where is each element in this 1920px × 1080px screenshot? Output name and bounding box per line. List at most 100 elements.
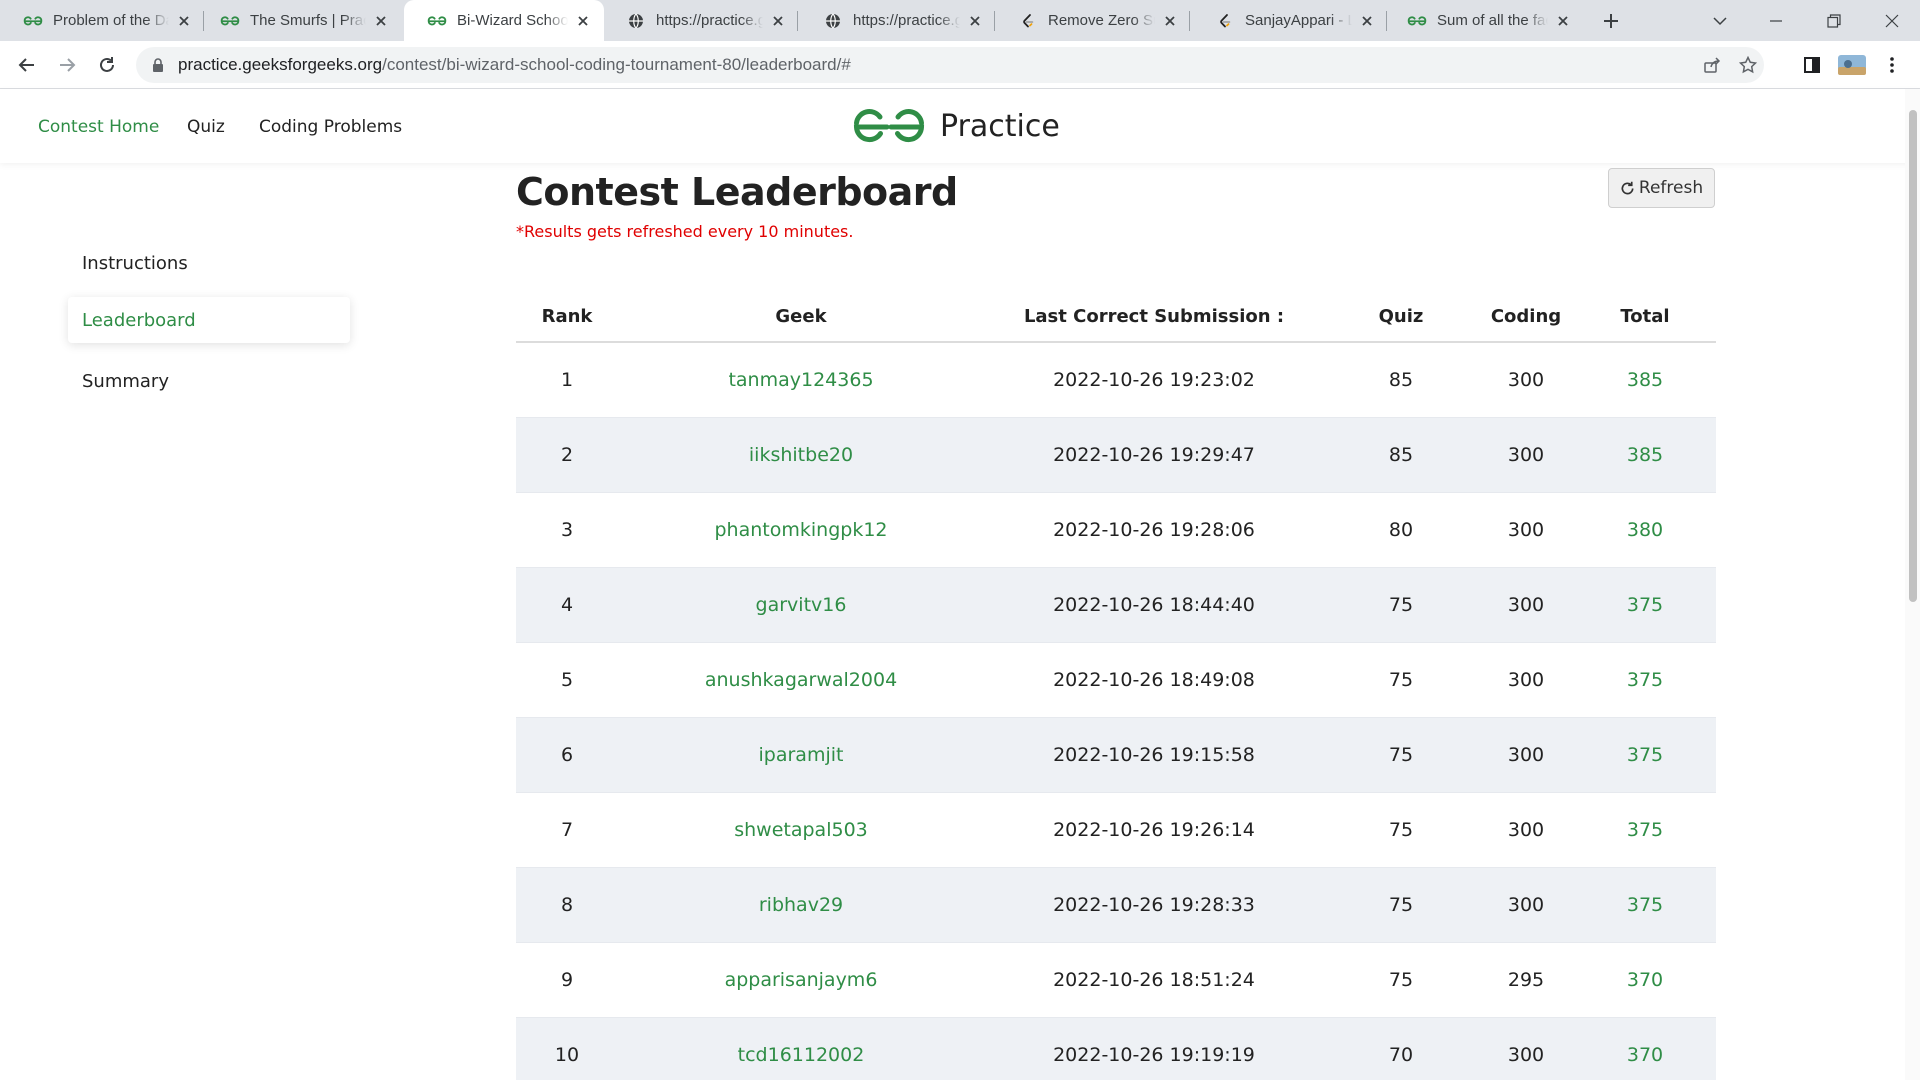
nav-contest-home[interactable]: Contest Home: [38, 117, 159, 137]
profile-avatar[interactable]: [1836, 49, 1868, 81]
browser-tab[interactable]: SanjayAppari - LeetCode: [1192, 0, 1388, 41]
browser-toolbar: practice.geeksforgeeks.org/contest/bi-wi…: [0, 41, 1920, 89]
page-title: Contest Leaderboard: [516, 170, 958, 214]
geek-link[interactable]: apparisanjaym6: [618, 969, 984, 991]
column-header-total: Total: [1620, 306, 1670, 327]
geek-link[interactable]: phantomkingpk12: [618, 519, 984, 541]
table-row: 4 garvitv16 2022-10-26 18:44:40 75 300 375: [516, 568, 1716, 643]
last-submission-cell: 2022-10-26 18:44:40: [1053, 594, 1255, 616]
rank-cell: 1: [560, 369, 574, 391]
browser-tab[interactable]: Problem of the Day: [0, 0, 205, 41]
rank-cell: 10: [554, 1044, 580, 1066]
tab-close-icon[interactable]: [1161, 12, 1179, 30]
geek-link[interactable]: iikshitbe20: [618, 444, 984, 466]
tab-title: https://practice.geeksforgeeks.org: [656, 12, 763, 29]
tab-separator: [797, 11, 798, 31]
refresh-note: *Results gets refreshed every 10 minutes…: [516, 222, 854, 241]
browser-tab[interactable]: https://practice.geeksforgeeks.org: [800, 0, 996, 41]
leetcode-icon: [1214, 13, 1236, 29]
gfg-practice-logo[interactable]: Practice: [850, 103, 1060, 149]
column-header-geek: Geek: [775, 306, 827, 327]
geek-link[interactable]: tcd16112002: [618, 1044, 984, 1066]
address-bar[interactable]: practice.geeksforgeeks.org/contest/bi-wi…: [136, 47, 1764, 83]
restore-icon[interactable]: [1806, 0, 1862, 41]
share-icon[interactable]: [1696, 49, 1728, 81]
rank-cell: 8: [560, 894, 574, 916]
refresh-button[interactable]: Refresh: [1608, 168, 1715, 208]
table-row: 10 tcd16112002 2022-10-26 19:19:19 70 300 370: [516, 1018, 1716, 1080]
browser-tab[interactable]: https://practice.geeksforgeeks.org: [603, 0, 799, 41]
side-panel-icon[interactable]: [1796, 49, 1828, 81]
bookmark-star-icon[interactable]: [1732, 49, 1764, 81]
rank-cell: 2: [560, 444, 574, 466]
refresh-icon: [1620, 181, 1635, 196]
geek-link[interactable]: tanmay124365: [618, 369, 984, 391]
reload-icon[interactable]: [91, 49, 123, 81]
new-tab-icon[interactable]: [1596, 6, 1626, 36]
gfg-icon: [426, 13, 448, 29]
coding-score-cell: 300: [1507, 894, 1545, 916]
tab-close-icon[interactable]: [769, 12, 787, 30]
tab-close-icon[interactable]: [1554, 12, 1572, 30]
total-score-cell: 380: [1626, 519, 1664, 541]
globe-icon: [822, 13, 844, 29]
last-submission-cell: 2022-10-26 19:23:02: [1053, 369, 1255, 391]
nav-coding-problems[interactable]: Coding Problems: [259, 117, 402, 137]
geek-link[interactable]: shwetapal503: [618, 819, 984, 841]
column-header-quiz: Quiz: [1378, 306, 1424, 327]
browser-tab[interactable]: Remove Zero Sum: [995, 0, 1191, 41]
browser-tab-strip: Problem of the Day The Smurfs | Practice B…: [0, 0, 1920, 41]
geek-link[interactable]: anushkagarwal2004: [618, 669, 984, 691]
forward-icon[interactable]: [51, 49, 83, 81]
last-submission-cell: 2022-10-26 18:51:24: [1053, 969, 1255, 991]
table-row: 7 shwetapal503 2022-10-26 19:26:14 75 300 375: [516, 793, 1716, 868]
total-score-cell: 385: [1626, 369, 1664, 391]
tab-title: Remove Zero Sum: [1048, 12, 1155, 29]
logo-text: Practice: [940, 108, 1060, 144]
minimize-icon[interactable]: [1748, 0, 1804, 41]
last-submission-cell: 2022-10-26 19:15:58: [1053, 744, 1255, 766]
tab-close-icon[interactable]: [574, 12, 592, 30]
scrollbar-thumb[interactable]: [1909, 110, 1917, 602]
lock-icon[interactable]: [150, 57, 166, 73]
rank-cell: 7: [560, 819, 574, 841]
gfg-icon: [219, 13, 241, 29]
geek-link[interactable]: ribhav29: [618, 894, 984, 916]
table-row: 8 ribhav29 2022-10-26 19:28:33 75 300 375: [516, 868, 1716, 943]
table-row: 1 tanmay124365 2022-10-26 19:23:02 85 300 385: [516, 343, 1716, 418]
quiz-score-cell: 75: [1388, 669, 1414, 691]
tab-close-icon[interactable]: [175, 12, 193, 30]
table-row: 9 apparisanjaym6 2022-10-26 18:51:24 75 295 3…: [516, 943, 1716, 1018]
sidebar-item-instructions[interactable]: Instructions: [68, 240, 350, 286]
tab-close-icon[interactable]: [966, 12, 984, 30]
last-submission-cell: 2022-10-26 18:49:08: [1053, 669, 1255, 691]
coding-score-cell: 300: [1507, 444, 1545, 466]
tab-close-icon[interactable]: [1358, 12, 1376, 30]
table-row: 5 anushkagarwal2004 2022-10-26 18:49:08 75 3…: [516, 643, 1716, 718]
total-score-cell: 375: [1626, 594, 1664, 616]
tab-search-chevron-icon[interactable]: [1692, 0, 1748, 41]
rank-cell: 3: [560, 519, 574, 541]
menu-dots-icon[interactable]: [1876, 49, 1908, 81]
rank-cell: 5: [560, 669, 574, 691]
geek-link[interactable]: garvitv16: [618, 594, 984, 616]
tab-title: Sum of all the factors: [1437, 12, 1548, 29]
coding-score-cell: 300: [1507, 519, 1545, 541]
quiz-score-cell: 85: [1388, 369, 1414, 391]
close-window-icon[interactable]: [1864, 0, 1920, 41]
total-score-cell: 375: [1626, 744, 1664, 766]
refresh-label: Refresh: [1638, 178, 1704, 198]
browser-tab[interactable]: Sum of all the factors: [1384, 0, 1584, 41]
back-icon[interactable]: [11, 49, 43, 81]
quiz-score-cell: 75: [1388, 894, 1414, 916]
tab-title: Problem of the Day: [53, 12, 169, 29]
tab-title: https://practice.geeksforgeeks.org: [853, 12, 960, 29]
gfg-icon: [1406, 13, 1428, 29]
browser-tab[interactable]: Bi-Wizard School Coding: [404, 0, 604, 41]
geek-link[interactable]: iparamjit: [618, 744, 984, 766]
nav-quiz[interactable]: Quiz: [187, 117, 225, 137]
sidebar-item-leaderboard[interactable]: Leaderboard: [68, 297, 350, 343]
sidebar-item-summary[interactable]: Summary: [68, 358, 350, 404]
tab-close-icon[interactable]: [372, 12, 390, 30]
browser-tab[interactable]: The Smurfs | Practice: [197, 0, 402, 41]
